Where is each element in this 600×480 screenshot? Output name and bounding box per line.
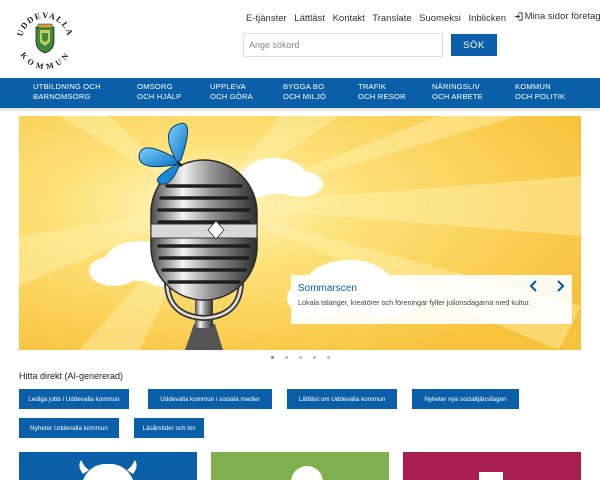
chevron-right-icon[interactable] — [553, 280, 567, 294]
quick-link-lasarstider[interactable]: Läsårstider och lov — [134, 418, 204, 438]
quick-link-sociala-medier[interactable]: Uddevalla kommun i sociala medier — [148, 389, 272, 409]
login-icon — [514, 12, 523, 21]
nav-label-line2: OCH RESOR — [358, 91, 406, 101]
carousel-dot[interactable] — [327, 356, 330, 359]
hero-caption[interactable]: Sommarscen Lokala talanger, kreatörer oc… — [291, 275, 572, 324]
top-link-suomeksi[interactable]: Suomeksi — [419, 13, 461, 24]
nav-divider — [0, 108, 600, 111]
search-button[interactable]: SÖK — [451, 34, 497, 56]
carousel-dot[interactable] — [285, 356, 288, 359]
mina-sidor-foretagare-link[interactable]: Mina sidor företagare — [514, 11, 600, 22]
tile-blue[interactable] — [19, 452, 197, 480]
top-links: E-tjänster Lättläst Kontakt Translate Su… — [246, 11, 600, 24]
quick-link-nyheter[interactable]: Nyheter Uddevalla kommun — [19, 418, 119, 438]
nav-item-bygga-bo[interactable]: BYGGA BO OCH MILJÖ — [283, 82, 326, 101]
nav-item-trafik[interactable]: TRAFIK OCH RESOR — [358, 82, 406, 101]
main-navigation: UTBILDNING OCH BARNOMSORG OMSORG OCH HJÄ… — [0, 78, 600, 108]
viking-helmet-icon — [79, 460, 137, 480]
uddevalla-kommun-logo[interactable]: UDDEVALLA KOMMUN — [14, 8, 76, 70]
tile-green[interactable] — [211, 452, 389, 480]
quick-link-lediga-jobb[interactable]: Lediga jobb i Uddevalla kommun — [19, 389, 129, 409]
quick-link-socialtjanstlagen[interactable]: Nyheter nya socialtjänstlagen — [412, 389, 519, 409]
hitta-direkt-heading: Hitta direkt (AI-genererad) — [19, 371, 124, 381]
nav-label-line2: OCH ARBETE — [432, 91, 483, 101]
chevron-left-icon[interactable] — [527, 280, 541, 294]
quick-link-lattlast[interactable]: Lättläst om Uddevalla kommun — [287, 389, 397, 409]
top-link-translate[interactable]: Translate — [372, 13, 411, 24]
site-header: UDDEVALLA KOMMUN E-tjänster Lättläst Kon… — [0, 0, 600, 78]
mina-sidor-label: Mina sidor företagare — [524, 11, 600, 22]
top-link-e-tjanster[interactable]: E-tjänster — [246, 13, 287, 24]
nav-label-line1: TRAFIK — [358, 82, 387, 91]
top-link-lattlast[interactable]: Lättläst — [294, 13, 325, 24]
nav-label-line1: UPPLEVA — [210, 82, 246, 91]
nav-label-line1: NÄRINGSLIV — [432, 82, 480, 91]
nav-label-line2: OCH POLITIK — [515, 91, 566, 101]
nav-item-naringsliv[interactable]: NÄRINGSLIV OCH ARBETE — [432, 82, 483, 101]
nav-item-omsorg[interactable]: OMSORG OCH HJÄLP — [137, 82, 181, 101]
svg-text:KOMMUN: KOMMUN — [19, 51, 72, 70]
tile-graphic-icon — [291, 466, 323, 480]
nav-label-line1: OMSORG — [137, 82, 173, 91]
top-link-inblicken[interactable]: Inblicken — [469, 13, 507, 24]
nav-item-uppleva[interactable]: UPPLEVA OCH GÖRA — [210, 82, 253, 101]
nav-item-utbildning[interactable]: UTBILDNING OCH BARNOMSORG — [33, 82, 101, 101]
tile-crimson[interactable] — [403, 452, 581, 480]
nav-label-line1: BYGGA BO — [283, 82, 325, 91]
carousel-dot[interactable] — [271, 356, 274, 359]
hero-description: Lokala talanger, kreatörer och föreninga… — [298, 298, 531, 307]
search-input[interactable] — [243, 33, 443, 57]
coat-of-arms-icon — [35, 23, 55, 54]
top-link-kontakt[interactable]: Kontakt — [333, 13, 365, 24]
logo-text-bottom: KOMMUN — [19, 51, 70, 70]
nav-label-line2: BARNOMSORG — [33, 91, 91, 101]
nav-label-line2: OCH HJÄLP — [137, 91, 182, 101]
nav-label-line2: OCH MILJÖ — [283, 91, 327, 101]
nav-label-line1: KOMMUN — [515, 82, 551, 91]
tile-graphic-icon — [479, 472, 503, 480]
carousel-dot[interactable] — [313, 356, 316, 359]
hero-title[interactable]: Sommarscen — [298, 283, 357, 294]
carousel-dot[interactable] — [299, 356, 302, 359]
nav-label-line2: OCH GÖRA — [210, 91, 253, 101]
nav-item-kommun[interactable]: KOMMUN OCH POLITIK — [515, 82, 565, 101]
nav-label-line1: UTBILDNING OCH — [33, 82, 101, 91]
